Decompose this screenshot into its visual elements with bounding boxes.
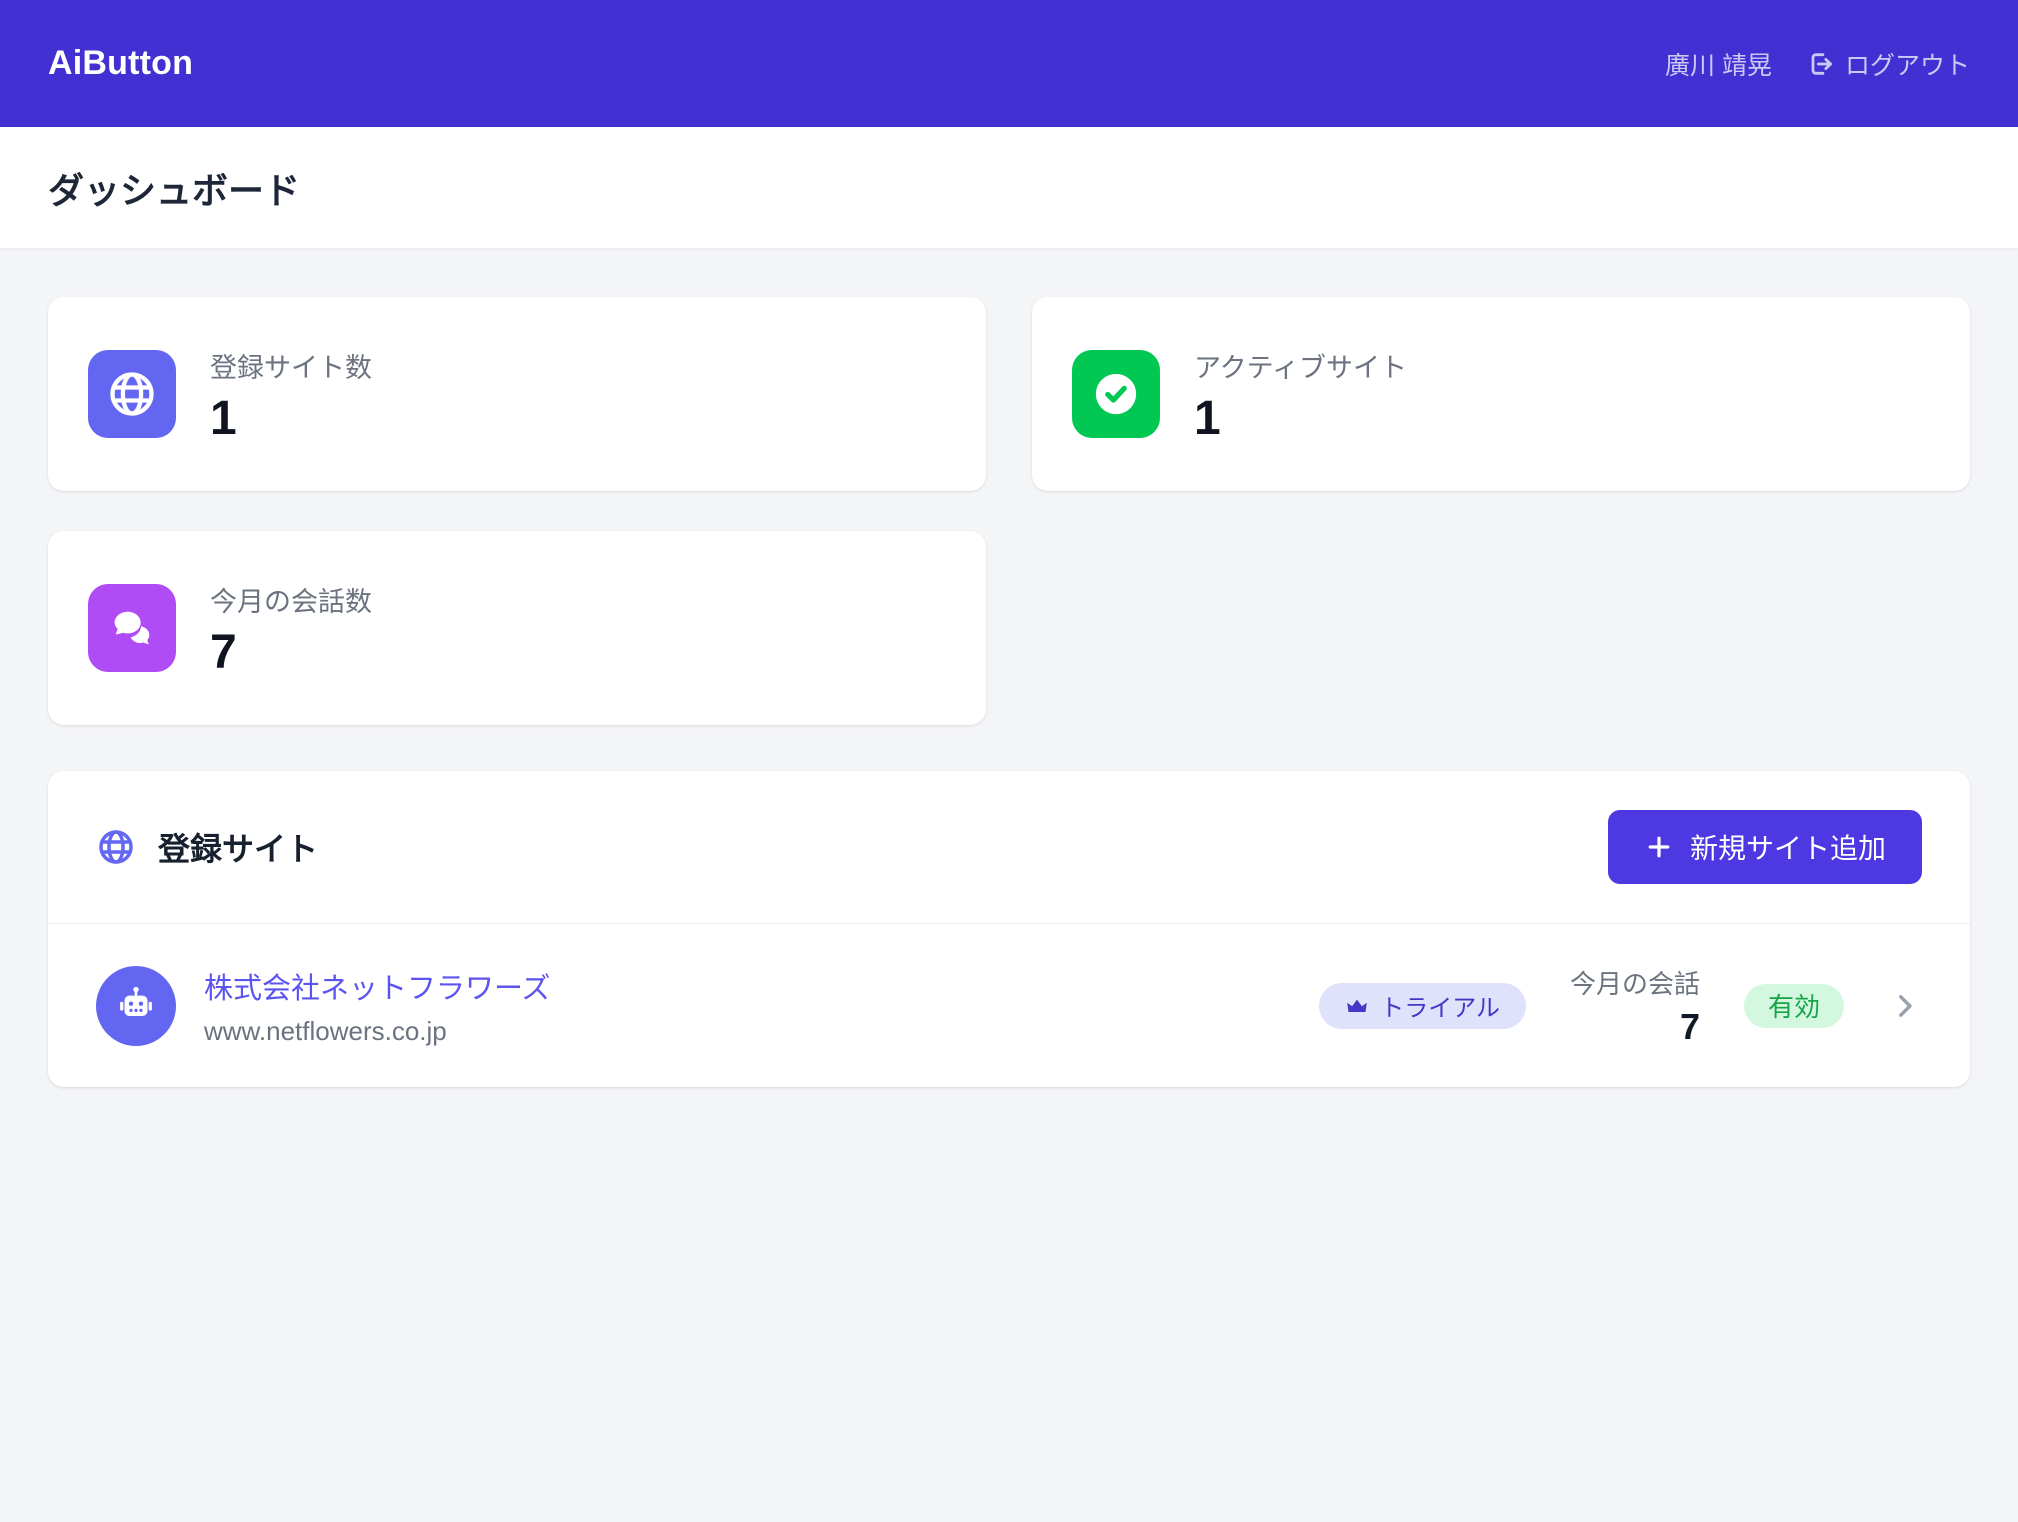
logout-icon [1806,50,1834,78]
globe-icon [88,350,176,438]
stat-label: アクティブサイト [1194,346,1407,385]
user-name: 廣川 靖晃 [1665,46,1772,82]
stat-text: 登録サイト数 1 [210,346,372,443]
chevron-right-icon[interactable] [1888,989,1922,1023]
sites-header: 登録サイト 新規サイト追加 [48,771,1970,923]
logout-label: ログアウト [1845,46,1970,82]
stat-value: 1 [1194,395,1407,443]
add-site-button[interactable]: 新規サイト追加 [1608,810,1922,884]
stat-value: 1 [210,395,372,443]
chat-bubbles-icon [88,584,176,672]
stat-text: 今月の会話数 7 [210,580,372,677]
robot-avatar-icon [96,966,176,1046]
conversations-value: 7 [1570,1006,1700,1048]
stat-label: 今月の会話数 [210,580,372,619]
site-row[interactable]: 株式会社ネットフラワーズ www.netflowers.co.jp トライアル … [48,923,1970,1087]
site-info: 株式会社ネットフラワーズ www.netflowers.co.jp [204,965,551,1047]
sites-section-title: 登録サイト [158,824,318,870]
crown-icon [1345,994,1369,1018]
plus-icon [1644,832,1674,862]
registered-sites-card: 登録サイト 新規サイト追加 [48,771,1970,1087]
logout-button[interactable]: ログアウト [1806,46,1970,82]
page-title-bar: ダッシュボード [0,127,2018,248]
stat-card-registered-sites: 登録サイト数 1 [48,297,986,491]
stat-card-active-sites: アクティブサイト 1 [1032,297,1970,491]
stat-text: アクティブサイト 1 [1194,346,1407,443]
plan-badge-label: トライアル [1380,988,1500,1023]
site-name-link[interactable]: 株式会社ネットフラワーズ [204,965,551,1007]
stat-card-monthly-conversations: 今月の会話数 7 [48,531,986,725]
site-row-right: トライアル 今月の会話 7 有効 [1319,964,1922,1048]
stat-value: 7 [210,629,372,677]
stats-grid: 登録サイト数 1 アクティブサイト 1 [48,297,1970,725]
main-content: 登録サイト数 1 アクティブサイト 1 [0,248,2018,1087]
conversations-stat: 今月の会話 7 [1570,964,1700,1048]
stat-label: 登録サイト数 [210,346,372,385]
add-site-button-label: 新規サイト追加 [1690,827,1886,867]
status-badge: 有効 [1744,984,1844,1028]
conversations-label: 今月の会話 [1570,964,1700,1001]
check-circle-icon [1072,350,1160,438]
page-title: ダッシュボード [48,162,300,214]
globe-icon [96,827,136,867]
top-navbar: AiButton 廣川 靖晃 ログアウト [0,0,2018,127]
navbar-right: 廣川 靖晃 ログアウト [1665,46,1970,82]
plan-badge: トライアル [1319,983,1526,1029]
app-logo[interactable]: AiButton [48,44,193,83]
site-url: www.netflowers.co.jp [204,1016,551,1047]
